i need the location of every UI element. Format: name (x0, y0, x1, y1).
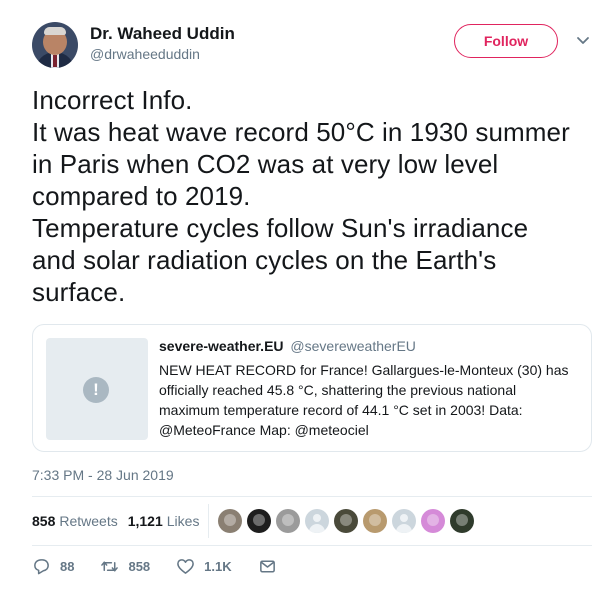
stats-separator (208, 504, 209, 538)
like-button[interactable]: 1.1K (176, 557, 232, 576)
reply-count: 88 (60, 559, 75, 574)
liker-avatar[interactable] (305, 509, 329, 533)
likers-avatars (218, 509, 479, 533)
quoted-author-handle[interactable]: @severeweatherEU (290, 338, 416, 354)
retweets-label[interactable]: Retweets (59, 513, 117, 529)
quoted-tweet-card[interactable]: ! severe-weather.EU @severeweatherEU NEW… (32, 324, 592, 452)
reply-icon (34, 559, 49, 575)
envelope-icon (259, 560, 275, 573)
tweet-text: Incorrect Info. It was heat wave record … (32, 85, 570, 307)
engagement-stats: 858 Retweets 1,121 Likes (32, 513, 199, 529)
liker-avatar[interactable] (218, 509, 242, 533)
quoted-tweet-author: severe-weather.EU @severeweatherEU (159, 338, 416, 354)
tweet-actions: 88 858 1.1K (32, 557, 312, 576)
liker-avatar[interactable] (363, 509, 387, 533)
quoted-author-name[interactable]: severe-weather.EU (159, 338, 284, 354)
liker-avatar[interactable] (247, 509, 271, 533)
likes-label[interactable]: Likes (167, 513, 200, 529)
follow-button-label: Follow (483, 33, 529, 49)
liker-avatar[interactable] (450, 509, 474, 533)
liker-avatar[interactable] (392, 509, 416, 533)
retweet-button[interactable]: 858 (100, 557, 150, 576)
liker-avatar[interactable] (276, 509, 300, 533)
author-avatar[interactable] (32, 22, 78, 68)
heart-icon (177, 559, 195, 574)
divider (32, 545, 592, 546)
retweet-icon (101, 561, 119, 572)
reply-button[interactable]: 88 (32, 557, 74, 576)
direct-message-button[interactable] (258, 557, 286, 576)
likes-count[interactable]: 1,121 (128, 513, 163, 529)
author-name[interactable]: Dr. Waheed Uddin (90, 24, 235, 44)
liker-avatar[interactable] (334, 509, 358, 533)
quoted-tweet-text: NEW HEAT RECORD for France! Gallargues-l… (159, 362, 569, 438)
quoted-tweet-media[interactable]: ! (46, 338, 148, 440)
retweets-count[interactable]: 858 (32, 513, 55, 529)
alert-icon: ! (83, 377, 109, 403)
tweet-timestamp[interactable]: 7:33 PM - 28 Jun 2019 (32, 467, 174, 483)
author-handle[interactable]: @drwaheeduddin (90, 46, 200, 62)
chevron-down-icon[interactable] (574, 33, 592, 49)
retweet-count: 858 (128, 559, 151, 574)
follow-button[interactable]: Follow (454, 24, 558, 58)
liker-avatar[interactable] (421, 509, 445, 533)
divider (32, 496, 592, 497)
like-count: 1.1K (204, 559, 232, 574)
